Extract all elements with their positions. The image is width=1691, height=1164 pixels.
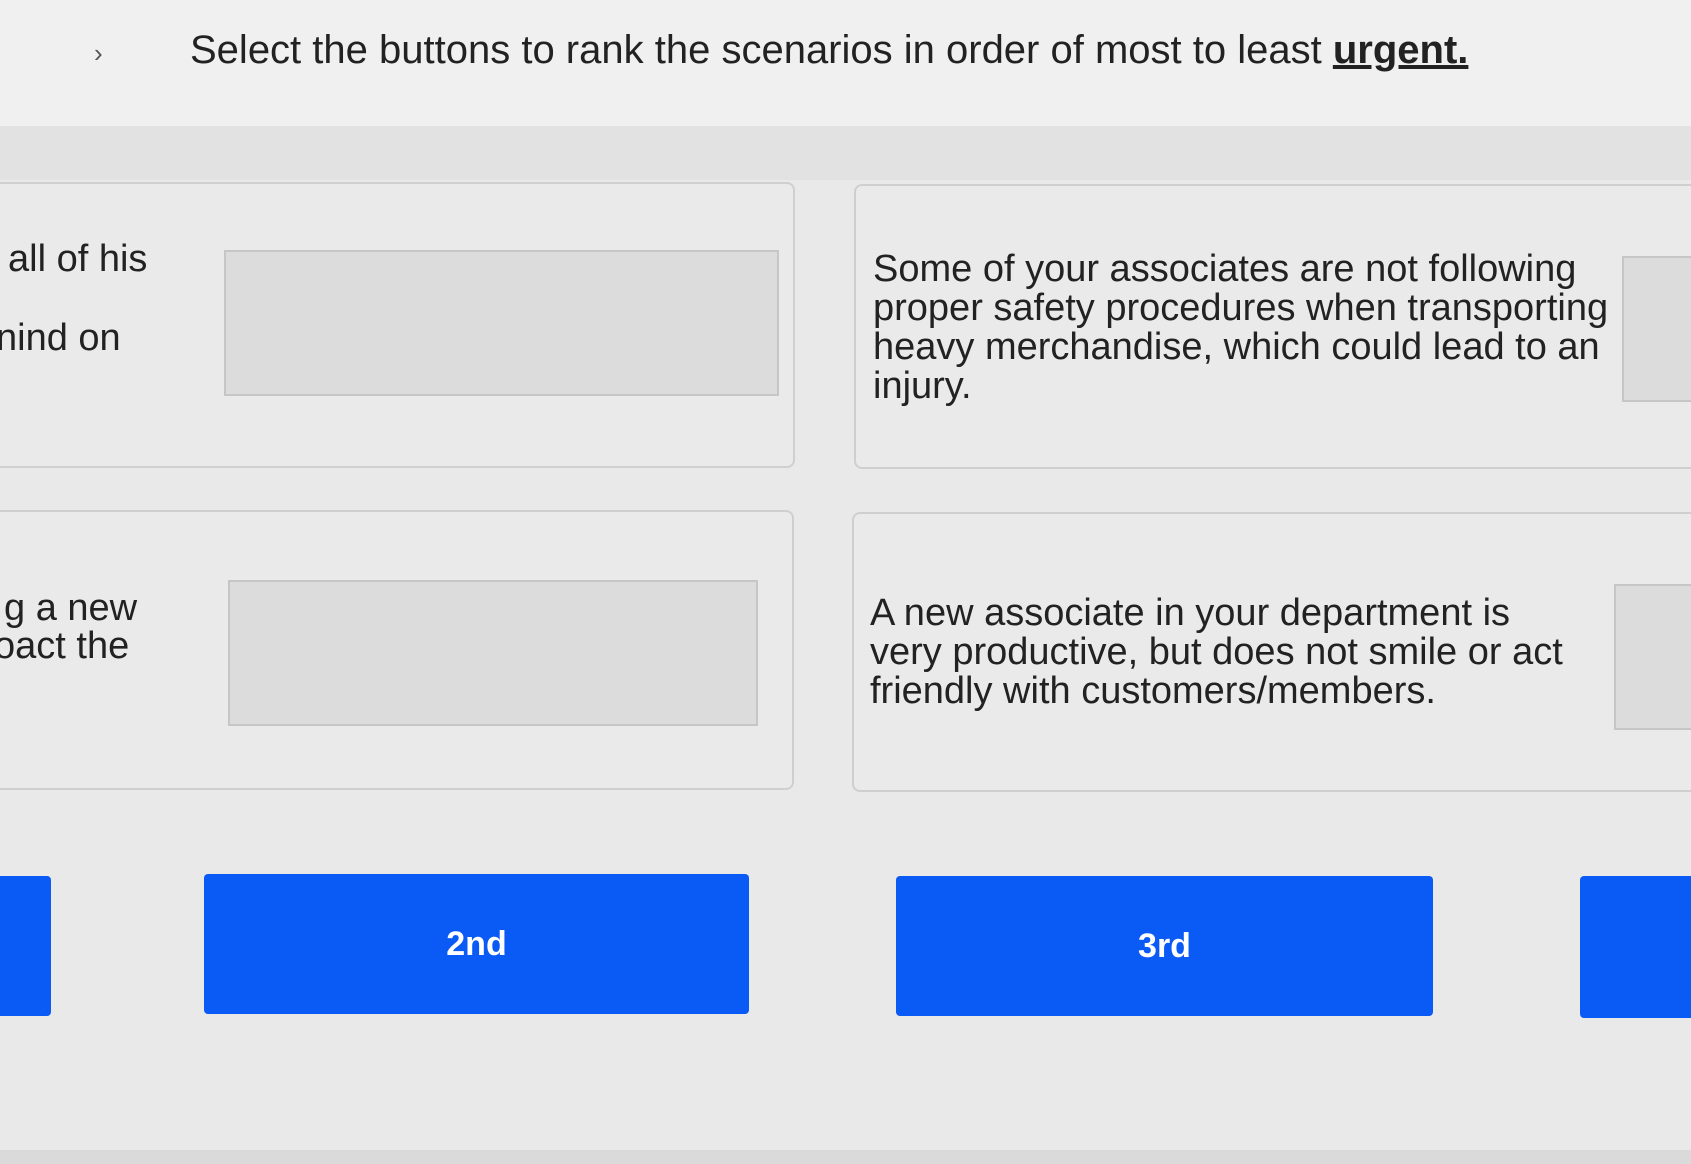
scenario-1-line-1: all of his	[8, 238, 148, 280]
scenario-2-text: Some of your associates are not followin…	[873, 248, 1609, 407]
bullet-icon: ›	[94, 38, 103, 68]
rank-button-4th[interactable]	[1580, 876, 1691, 1018]
scenario-card-3[interactable]: g a new oact the	[0, 510, 794, 790]
scenario-card-1[interactable]: all of his nind on	[0, 182, 795, 468]
rank-button-2nd[interactable]: 2nd	[204, 874, 749, 1014]
rank-button-1st[interactable]	[0, 876, 51, 1016]
rank-slot-1[interactable]	[224, 250, 779, 396]
instruction-text: Select the buttons to rank the scenarios…	[190, 22, 1468, 78]
page-header: › Select the buttons to rank the scenari…	[0, 0, 1691, 126]
scenario-1-line-2: nind on	[0, 317, 121, 359]
scenario-3-line-1: g a new	[4, 587, 138, 629]
scenario-card-2[interactable]: Some of your associates are not followin…	[854, 184, 1691, 469]
rank-slot-3[interactable]	[228, 580, 758, 726]
scenario-4-text: A new associate in your department is ve…	[870, 592, 1563, 712]
rank-button-3rd[interactable]: 3rd	[896, 876, 1433, 1016]
rank-slot-2[interactable]	[1622, 256, 1691, 402]
scenario-3-line-2: oact the	[0, 625, 130, 667]
rank-slot-4[interactable]	[1614, 584, 1691, 730]
scenario-card-4[interactable]: A new associate in your department is ve…	[852, 512, 1691, 792]
bottom-edge	[0, 1150, 1691, 1164]
header-divider-band	[0, 126, 1691, 180]
instruction-emphasis: urgent.	[1332, 28, 1469, 72]
instruction-main: Select the buttons to rank the scenarios…	[190, 28, 1322, 72]
